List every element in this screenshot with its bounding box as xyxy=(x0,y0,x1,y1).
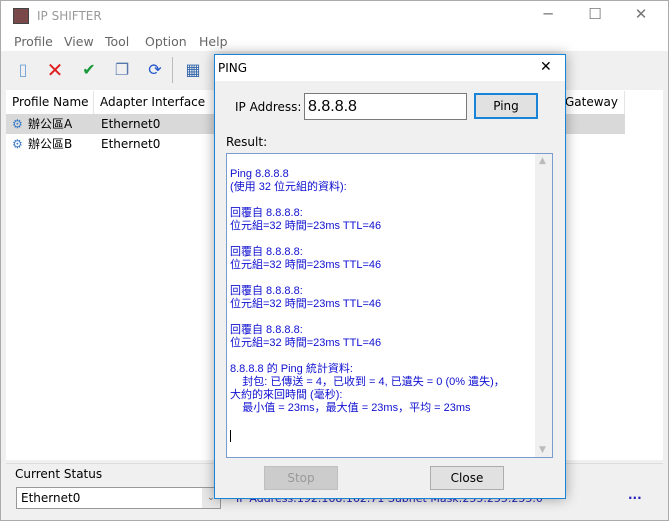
minimize-button[interactable]: ─ xyxy=(533,5,563,27)
scroll-down-icon[interactable]: ▼ xyxy=(539,445,546,455)
menu-help[interactable]: Help xyxy=(199,34,228,49)
new-profile-icon[interactable]: ▯ xyxy=(13,59,33,81)
adapter-name: Ethernet0 xyxy=(101,117,161,131)
apply-icon[interactable]: ✔ xyxy=(79,59,99,81)
result-text: Ping 8.8.8.8 (使用 32 位元組的資料): 回覆自 8.8.8.8… xyxy=(230,168,505,414)
adapter-name: Ethernet0 xyxy=(101,137,161,151)
profile-icon: ⚙ xyxy=(12,137,23,151)
dialog-title-bar: PING ✕ xyxy=(215,55,565,81)
refresh-icon[interactable]: ⟳ xyxy=(145,59,165,81)
more-button[interactable]: ... xyxy=(628,488,642,502)
toolbar-separator xyxy=(172,57,173,83)
adapter-select[interactable]: Ethernet0 ⌄ xyxy=(16,487,221,509)
text-caret xyxy=(230,430,231,442)
menu-bar xyxy=(1,31,668,51)
ping-button[interactable]: Ping xyxy=(474,93,538,119)
app-icon xyxy=(13,8,29,24)
menu-option[interactable]: Option xyxy=(145,34,187,49)
copy-icon[interactable]: ❐ xyxy=(112,59,132,81)
column-gateway[interactable]: Gateway xyxy=(559,91,625,114)
close-dialog-button[interactable]: Close xyxy=(430,466,504,490)
title-bar: IP SHIFTER ─ ☐ ✕ xyxy=(1,1,668,31)
scroll-up-icon[interactable]: ▲ xyxy=(539,156,546,166)
ping-dialog: PING ✕ IP Address: Ping Result: Ping 8.8… xyxy=(214,54,566,499)
column-adapter-interface[interactable]: Adapter Interface xyxy=(94,91,224,114)
ip-address-label: IP Address: xyxy=(235,100,302,114)
view-icon[interactable]: ▦ xyxy=(183,59,203,81)
stop-button[interactable]: Stop xyxy=(264,466,338,490)
delete-icon[interactable]: ✕ xyxy=(45,59,65,81)
status-label: Current Status xyxy=(15,467,103,481)
menu-view[interactable]: View xyxy=(64,34,94,49)
profile-name: 辦公區A xyxy=(28,117,73,131)
close-button[interactable]: ✕ xyxy=(626,5,656,27)
adapter-select-value: Ethernet0 xyxy=(21,491,81,505)
window-title: IP SHIFTER xyxy=(37,9,102,23)
dialog-close-icon[interactable]: ✕ xyxy=(540,59,552,75)
dialog-title: PING xyxy=(218,61,248,75)
menu-profile[interactable]: Profile xyxy=(14,34,53,49)
profile-name: 辦公區B xyxy=(28,137,73,151)
result-scrollbar[interactable]: ▲ ▼ xyxy=(535,154,552,457)
maximize-button[interactable]: ☐ xyxy=(580,5,610,27)
result-textarea[interactable]: Ping 8.8.8.8 (使用 32 位元組的資料): 回覆自 8.8.8.8… xyxy=(226,153,553,458)
column-profile-name[interactable]: Profile Name xyxy=(6,91,94,114)
result-label: Result: xyxy=(226,135,268,149)
menu-tool[interactable]: Tool xyxy=(105,34,129,49)
profile-icon: ⚙ xyxy=(12,117,23,131)
ip-address-input[interactable] xyxy=(304,93,467,120)
